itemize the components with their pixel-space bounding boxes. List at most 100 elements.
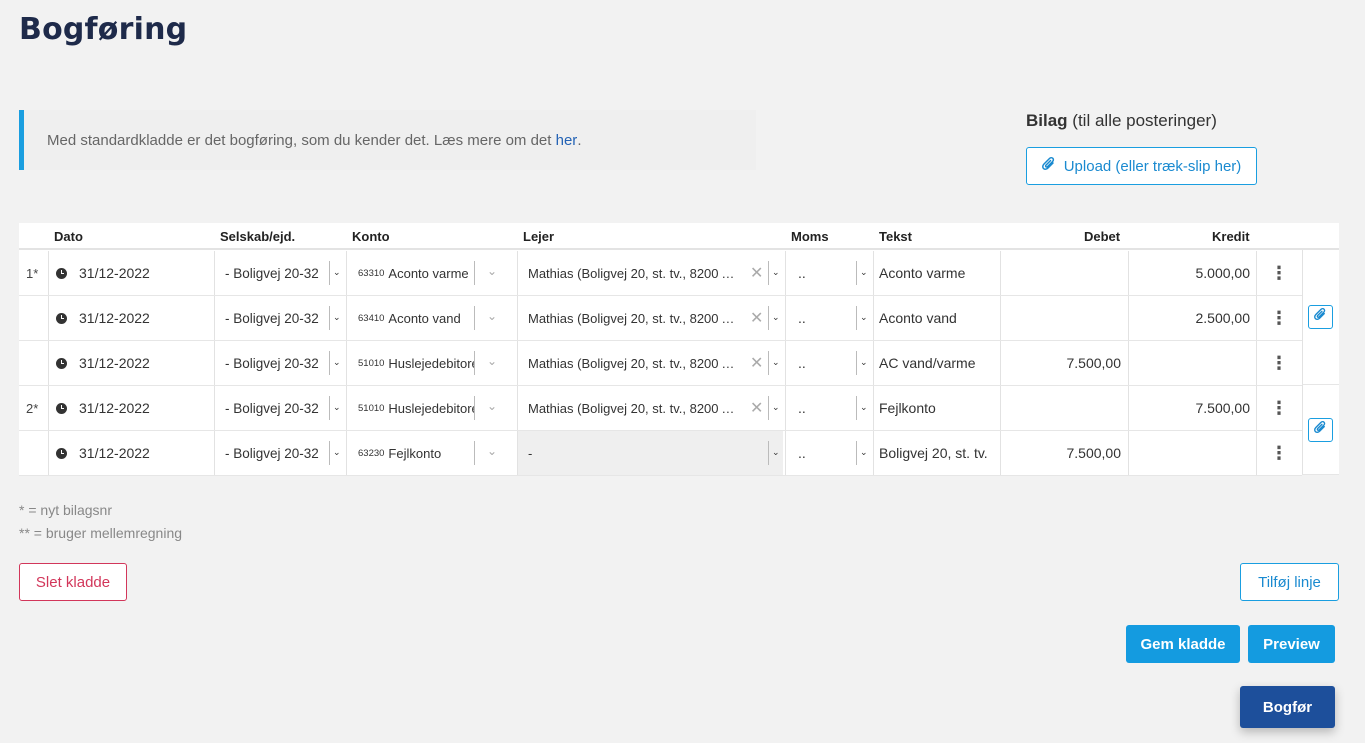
selskab-select[interactable]: - Boligvej 20-32 [225,431,330,475]
debet-input[interactable] [1001,251,1121,295]
debet-input[interactable] [1001,296,1121,340]
date-value: 31/12-2022 [79,400,150,416]
attach-button[interactable] [1308,305,1333,329]
chevron-down-icon[interactable]: ⌄ [772,401,780,413]
chevron-down-icon[interactable]: ⌄ [333,266,341,278]
chevron-down-icon[interactable]: ⌄ [772,311,780,323]
close-icon[interactable]: ✕ [750,308,763,328]
moms-select[interactable]: .. [798,386,848,430]
konto-select[interactable]: 63410 Aconto vand [358,296,474,340]
selskab-select[interactable]: - Boligvej 20-32 [225,296,330,340]
kredit-input[interactable]: 5.000,00 [1129,251,1251,295]
col-kredit: Kredit [1212,229,1250,244]
post-button[interactable]: Bogfør [1240,686,1335,728]
moms-value: .. [798,400,806,416]
info-suffix: . [577,131,582,149]
close-icon[interactable]: ✕ [750,263,763,283]
konto-code: 63410 [358,312,385,324]
tekst-input[interactable]: Fejlkonto [879,386,999,430]
chevron-down-icon[interactable]: ⌄ [333,356,341,368]
moms-value: .. [798,265,806,281]
konto-select[interactable]: 63230 Fejlkonto [358,431,474,475]
tekst-input[interactable]: Boligvej 20, st. tv. [879,431,999,475]
chevron-down-icon[interactable]: ⌄ [860,446,868,458]
selskab-select[interactable]: - Boligvej 20-32 [225,386,330,430]
table-row: 31/12-2022 - Boligvej 20-32 ⌄ 63230 Fejl… [19,431,1302,476]
konto-select[interactable]: 51010 Huslejedebitorer [358,341,474,385]
chevron-down-icon[interactable]: ⌄ [487,445,497,457]
tekst-input[interactable]: AC vand/varme [879,341,999,385]
chevron-down-icon[interactable]: ⌄ [772,266,780,278]
kredit-input[interactable] [1129,431,1250,475]
kebab-menu-icon: ⋮ [1270,442,1288,463]
moms-select[interactable]: .. [798,341,848,385]
paperclip-icon [1314,420,1327,440]
selskab-select[interactable]: - Boligvej 20-32 [225,251,330,295]
konto-select[interactable]: 51010 Huslejedebitorer [358,386,474,430]
chevron-down-icon[interactable]: ⌄ [333,401,341,413]
info-link[interactable]: her [556,132,578,149]
preview-button[interactable]: Preview [1248,625,1335,663]
date-field[interactable]: 31/12-2022 [56,296,216,340]
tekst-value: Fejlkonto [879,400,936,416]
row-menu-button[interactable]: ⋮ [1270,431,1288,475]
lejer-select[interactable]: Mathias (Boligvej 20, st. tv., 8200 Aarh… [518,296,783,340]
row-menu-button[interactable]: ⋮ [1270,341,1288,385]
clock-icon [56,267,67,279]
chevron-down-icon[interactable]: ⌄ [487,355,497,367]
chevron-down-icon[interactable]: ⌄ [487,265,497,277]
chevron-down-icon[interactable]: ⌄ [772,356,780,368]
selskab-value: - Boligvej 20-32 [225,400,319,416]
attach-button[interactable] [1308,418,1333,442]
add-line-button[interactable]: Tilføj linje [1240,563,1339,601]
close-icon[interactable]: ✕ [750,353,763,373]
kredit-input[interactable]: 7.500,00 [1129,386,1251,430]
chevron-down-icon[interactable]: ⌄ [772,446,780,458]
kredit-input[interactable] [1129,341,1250,385]
date-field[interactable]: 31/12-2022 [56,431,216,475]
moms-select[interactable]: .. [798,251,848,295]
kredit-input[interactable]: 2.500,00 [1129,296,1251,340]
moms-value: .. [798,310,806,326]
debet-input[interactable]: 7.500,00 [1001,341,1122,385]
moms-value: .. [798,355,806,371]
tekst-input[interactable]: Aconto vand [879,296,999,340]
lejer-select[interactable]: Mathias (Boligvej 20, st. tv., 8200 Aarh… [518,386,783,430]
row-menu-button[interactable]: ⋮ [1270,386,1288,430]
row-menu-button[interactable]: ⋮ [1270,251,1288,295]
debet-input[interactable] [1001,386,1121,430]
moms-select[interactable]: .. [798,431,848,475]
konto-code: 51010 [358,357,385,369]
upload-button[interactable]: Upload (eller træk-slip her) [1026,147,1257,185]
close-icon[interactable]: ✕ [750,398,763,418]
row-number: 1* [26,265,39,281]
date-value: 31/12-2022 [79,445,150,461]
chevron-down-icon[interactable]: ⌄ [860,266,868,278]
lejer-select[interactable]: Mathias (Boligvej 20, st. tv., 8200 Aarh… [518,251,783,295]
clock-icon [56,447,67,459]
col-moms: Moms [791,229,829,244]
date-field[interactable]: 31/12-2022 [56,341,216,385]
chevron-down-icon[interactable]: ⌄ [487,400,497,412]
chevron-down-icon[interactable]: ⌄ [860,311,868,323]
debet-input[interactable]: 7.500,00 [1001,431,1122,475]
date-field[interactable]: 31/12-2022 [56,251,216,295]
kredit-value: 2.500,00 [1195,310,1251,326]
date-field[interactable]: 31/12-2022 [56,386,216,430]
lejer-select[interactable]: - [518,431,783,475]
info-text: Med standardkladde er det bogføring, som… [47,131,552,149]
row-menu-button[interactable]: ⋮ [1270,296,1288,340]
chevron-down-icon[interactable]: ⌄ [860,401,868,413]
chevron-down-icon[interactable]: ⌄ [487,310,497,322]
moms-select[interactable]: .. [798,296,848,340]
delete-draft-button[interactable]: Slet kladde [19,563,127,601]
konto-select[interactable]: 63310 Aconto varme [358,251,474,295]
chevron-down-icon[interactable]: ⌄ [860,356,868,368]
lejer-select[interactable]: Mathias (Boligvej 20, st. tv., 8200 Aarh… [518,341,783,385]
chevron-down-icon[interactable]: ⌄ [333,311,341,323]
selskab-select[interactable]: - Boligvej 20-32 [225,341,330,385]
chevron-down-icon[interactable]: ⌄ [333,446,341,458]
tekst-input[interactable]: Aconto varme [879,251,999,295]
save-draft-button[interactable]: Gem kladde [1126,625,1240,663]
row-number: 2* [26,400,39,416]
